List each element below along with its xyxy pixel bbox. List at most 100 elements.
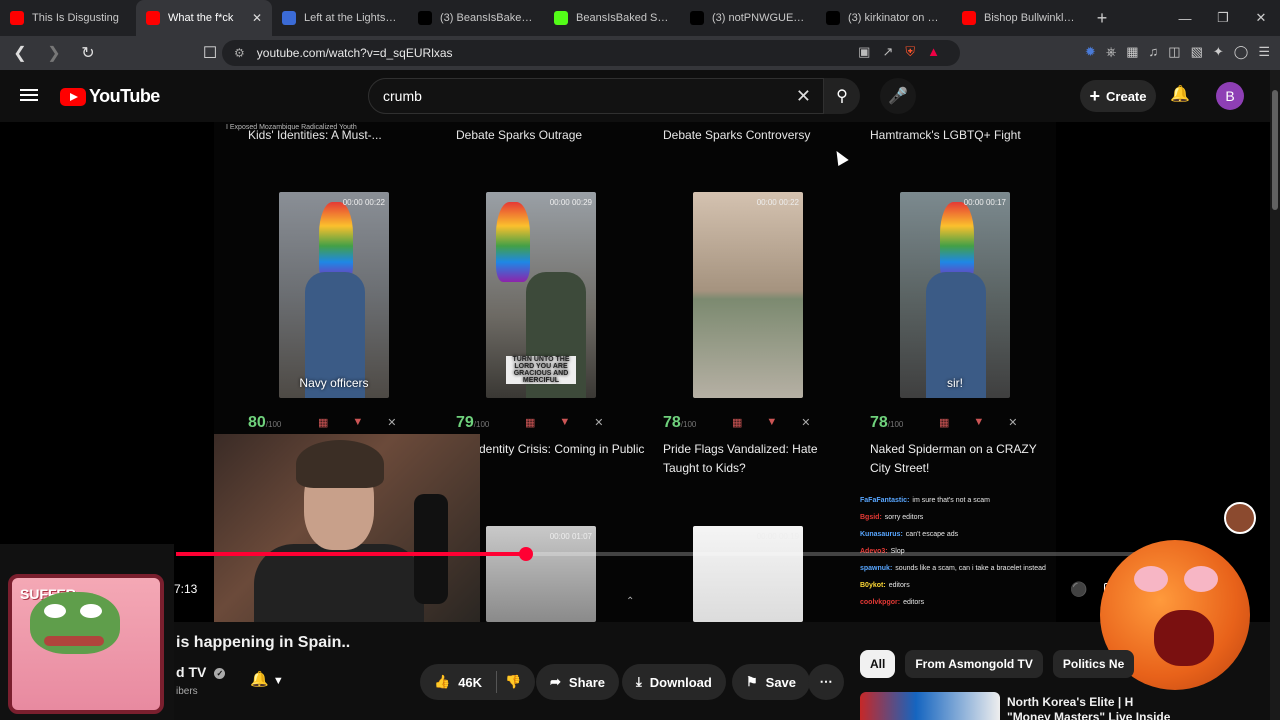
recommended-title: North Korea's Elite | H: [1007, 695, 1134, 709]
card-actions: ▦ ▼ ✕: [939, 416, 1018, 429]
chip-politics[interactable]: Politics Ne: [1052, 650, 1135, 678]
seek-bar[interactable]: [176, 547, 1176, 561]
emote-eye: [1134, 566, 1168, 592]
page-scrollbar[interactable]: [1270, 70, 1280, 720]
tab-close-icon[interactable]: ✕: [252, 11, 262, 25]
browser-tab[interactable]: Bishop Bullwinkle Hel: [952, 0, 1088, 36]
subscribe-bell-icon[interactable]: 🔔 ▼: [250, 670, 284, 688]
scrollbar-thumb[interactable]: [1272, 90, 1278, 210]
bookmark-icon[interactable]: ☐: [196, 39, 224, 67]
youtube-logo[interactable]: YouTube: [60, 86, 160, 107]
autoplay-toggle-icon[interactable]: ⚫: [1070, 581, 1087, 598]
extension-icon[interactable]: ✹: [1085, 44, 1096, 60]
chat-message: Kunasaurus: can't escape ads: [860, 526, 1052, 543]
url-text: youtube.com/watch?v=d_sqEURlxas: [256, 46, 453, 60]
sidebar-toggle-icon[interactable]: ◫: [1168, 44, 1180, 60]
streamer-webcam: [214, 434, 480, 622]
back-icon[interactable]: ❮: [6, 39, 34, 67]
save-button[interactable]: ⚑ Save: [732, 664, 811, 700]
brave-shield-icon[interactable]: ⛨: [905, 44, 915, 60]
tab-title: (3) BeansIsBaked (@B: [440, 12, 534, 24]
screenshot-icon[interactable]: ▦: [1126, 44, 1138, 60]
browser-tab[interactable]: Left at the Lights: Ima: [272, 0, 408, 36]
download-button[interactable]: ⤓ Download: [622, 664, 726, 700]
tab-title: BeansIsBaked Stream: [576, 12, 670, 24]
more-actions-button[interactable]: ⋯: [808, 664, 844, 700]
site-info-icon[interactable]: ⚙: [234, 46, 245, 60]
browser-tab[interactable]: (3) kirkinator on X: "N: [816, 0, 952, 36]
browser-tab[interactable]: (3) BeansIsBaked (@B: [408, 0, 544, 36]
thumb-time: 00:00 00:22: [342, 198, 385, 207]
notifications-icon[interactable]: 🔔: [1170, 84, 1190, 104]
search-button[interactable]: ⚲: [824, 78, 860, 114]
chat-message: FaFaFantastic: im sure that's not a scam: [860, 492, 1052, 509]
create-button[interactable]: + Create: [1080, 80, 1156, 112]
chat-username: Kunasaurus:: [860, 531, 903, 538]
restore-icon[interactable]: ❐: [1204, 0, 1242, 36]
thumbs-down-icon[interactable]: 👎: [505, 674, 521, 690]
rainbow-hat: [496, 202, 530, 282]
share-page-icon[interactable]: ↗: [882, 44, 893, 60]
rewards-icon[interactable]: ▲: [927, 44, 940, 60]
close-icon: ✕: [387, 417, 397, 429]
avatar[interactable]: B: [1216, 82, 1244, 110]
browser-tab[interactable]: This Is Disgusting: [0, 0, 136, 36]
chat-text: im sure that's not a scam: [912, 497, 990, 504]
card-actions: ▦ ▼ ✕: [318, 416, 397, 429]
cast-icon[interactable]: ▣: [858, 44, 870, 60]
chip-from-channel[interactable]: From Asmongold TV: [905, 650, 1043, 678]
channel-name[interactable]: d TV ✓: [176, 664, 226, 680]
chip-all[interactable]: All: [860, 650, 896, 678]
minimize-icon[interactable]: —: [1166, 0, 1204, 36]
calendar-icon: ▦: [318, 417, 329, 429]
reload-icon[interactable]: ↻: [74, 39, 102, 67]
verified-icon: ✓: [214, 667, 226, 679]
thumb-caption: sir!: [947, 376, 963, 390]
rainbow-hat: [940, 202, 974, 282]
thumb-time: 00:00 00:19: [756, 532, 799, 541]
download-icon: ▼: [559, 416, 571, 428]
download-icon: ▼: [766, 416, 778, 428]
forward-icon[interactable]: ❯: [40, 39, 68, 67]
video-thumbnail: 00:00 00:22: [693, 192, 803, 398]
tab-title: (3) notPNWGUERRILL: [712, 12, 806, 24]
search-input[interactable]: crumb ✕: [368, 78, 824, 114]
recommended-thumbnail: [860, 692, 1000, 720]
recommended-video[interactable]: North Korea's Elite | H "Money Masters" …: [860, 692, 1280, 720]
chat-message: Bgsid: sorry editors: [860, 509, 1052, 526]
tab-title: (3) kirkinator on X: "N: [848, 12, 942, 24]
score-badge: 78/100: [870, 414, 903, 432]
voice-search-button[interactable]: 🎤: [880, 78, 916, 114]
close-icon: ✕: [594, 417, 604, 429]
chevron-up-icon[interactable]: ⌃: [626, 596, 634, 607]
calendar-icon: ▦: [939, 417, 950, 429]
browser-tab[interactable]: BeansIsBaked Stream: [544, 0, 680, 36]
browser-tab[interactable]: What the f*ck ✕: [136, 0, 272, 36]
music-icon[interactable]: ♫: [1149, 44, 1159, 60]
new-tab-icon[interactable]: +: [1088, 4, 1116, 32]
video-player[interactable]: I Exposed Mozambique Radicalized Youth K…: [0, 122, 1270, 622]
thumb-time: 00:00 00:22: [756, 198, 799, 207]
vpn-icon[interactable]: ◯: [1234, 44, 1249, 60]
tab-favicon-icon: [146, 11, 160, 25]
puzzle-icon[interactable]: ⎈: [1106, 44, 1116, 60]
menu-icon[interactable]: ☰: [1258, 44, 1270, 60]
leo-icon[interactable]: ✦: [1213, 44, 1224, 60]
search-query: crumb: [383, 88, 422, 104]
channel-avatar[interactable]: [1224, 502, 1256, 534]
close-window-icon[interactable]: ✕: [1242, 0, 1280, 36]
clear-search-icon[interactable]: ✕: [796, 86, 811, 107]
like-button[interactable]: 👍 46K 👎: [420, 664, 536, 700]
address-bar[interactable]: ⚙ youtube.com/watch?v=d_sqEURlxas: [222, 40, 960, 66]
seek-bar-handle[interactable]: [519, 547, 533, 561]
plus-icon: +: [1089, 85, 1101, 106]
close-icon: ✕: [801, 417, 811, 429]
thumb-time: 00:00 00:17: [963, 198, 1006, 207]
score-badge: 78/100: [663, 414, 696, 432]
guide-menu-icon[interactable]: [20, 86, 40, 106]
video-title: is happening in Spain..: [176, 634, 351, 651]
wallet-icon[interactable]: ▧: [1191, 44, 1203, 60]
share-button[interactable]: ➦ Share: [536, 664, 620, 700]
calendar-icon: ▦: [732, 417, 743, 429]
browser-tab[interactable]: (3) notPNWGUERRILL: [680, 0, 816, 36]
